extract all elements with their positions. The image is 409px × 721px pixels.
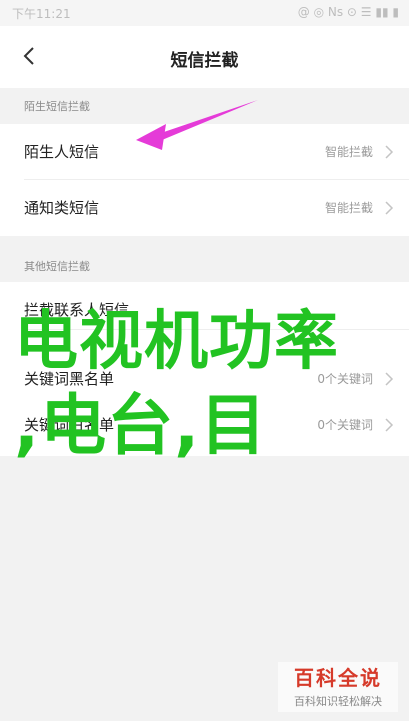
watermark-main: 百科全说 (294, 666, 382, 690)
annotation-arrow-icon (136, 100, 258, 150)
watermark-sub: 百科知识轻松解决 (294, 695, 382, 708)
watermark-logo: 百科全说 百科知识轻松解决 (278, 662, 398, 712)
